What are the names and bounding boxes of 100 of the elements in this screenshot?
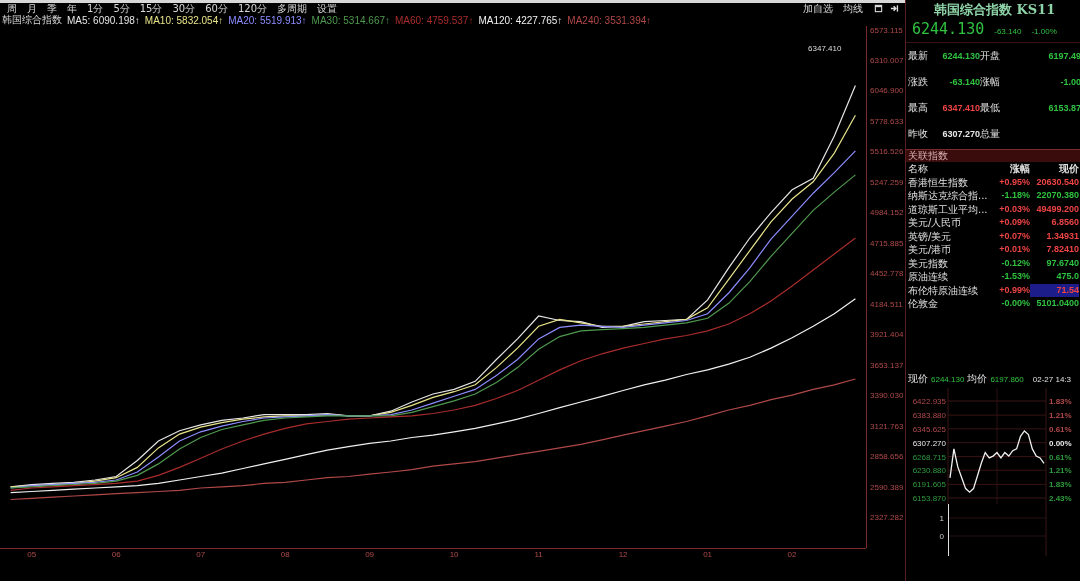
axis-label: 1.83% [1049, 480, 1072, 490]
period-tab[interactable]: 120分 [233, 3, 272, 14]
ma-legend-item: MA30: 5314.667↑ [311, 14, 390, 26]
axis-label: 5778.633 [870, 117, 904, 127]
period-tab[interactable]: 60分 [201, 3, 232, 14]
axis-label: 6310.007 [870, 56, 904, 66]
table-cell[interactable]: 纳斯达克综合指... [908, 189, 992, 203]
section-header: 关联指数 [906, 150, 1080, 162]
axis-label: 6422.935 [912, 397, 946, 406]
axis-label: 3921.404 [870, 330, 904, 340]
table-cell-text: -0.00% [1000, 297, 1030, 311]
axis-label: 4452.778 [870, 269, 904, 279]
table-cell[interactable]: 布伦特原油连续 [908, 283, 992, 297]
axis-label: 1.21% [1049, 411, 1072, 421]
quote-label: 开盘 [980, 49, 1001, 63]
table-cell-text: 6.8560 [1050, 216, 1079, 230]
table-cell[interactable]: 美元指数 [908, 256, 992, 270]
axis-label: 6268.715 [912, 452, 946, 462]
axis-label: 6230.880 [912, 466, 946, 476]
period-tab[interactable]: 季 [43, 3, 61, 14]
period-tab[interactable]: 年 [63, 3, 81, 14]
quote-label: 最低 [980, 101, 1001, 115]
period-tab[interactable]: 15分 [135, 3, 167, 14]
index-title: 韩国综合指数 KS11 [933, 1, 1057, 19]
table-cell[interactable]: 美元/人民币 [908, 216, 992, 230]
quote-value: 6153.87 [1047, 103, 1080, 113]
table-cell-text: 7.82410 [1045, 243, 1079, 257]
toolbar-button[interactable]: 加自选 [799, 3, 837, 14]
table-cell-text: +0.99% [998, 283, 1030, 297]
table-cell-text: 97.6740 [1045, 256, 1079, 270]
change-value: -63.140 [994, 27, 1022, 36]
axis-label: 06 [111, 550, 121, 559]
table-cell-text: -1.18% [1000, 189, 1030, 203]
axis-label: 4715.885 [870, 239, 904, 249]
index-name: 韩国综合指数 [2, 13, 62, 27]
quote-label: 涨幅 [980, 75, 1001, 89]
period-tab[interactable]: 5分 [109, 3, 134, 14]
table-cell[interactable]: 香港恒生指数 [908, 175, 992, 189]
axis-label: 6345.625 [912, 424, 946, 434]
axis-label: 1 [939, 514, 944, 523]
max-price-label: 6347.410 [808, 44, 842, 54]
table-cell-text: 1.34931 [1045, 229, 1079, 243]
axis-label: 1.83% [1049, 397, 1072, 406]
table-cell-text: +0.95% [998, 175, 1030, 189]
period-tab[interactable]: 多周期 [273, 3, 312, 14]
column-header: 现价 [1058, 162, 1079, 176]
axis-label: 2858.656 [870, 452, 904, 462]
axis-label: 6191.605 [912, 480, 946, 490]
window-icon[interactable] [874, 4, 883, 13]
period-tab[interactable]: 月 [23, 3, 41, 14]
price-value: 6244.130 [912, 20, 985, 38]
period-tab[interactable]: 30分 [168, 3, 200, 14]
axis-label: 0 [939, 532, 944, 541]
table-cell[interactable]: 原油连续 [908, 270, 992, 284]
axis-label: 3390.030 [870, 391, 904, 401]
axis-label: 5247.259 [870, 178, 904, 188]
average-value: 6197.860 [990, 374, 1024, 384]
axis-label: 08 [280, 550, 290, 559]
table-cell[interactable]: 道琼斯工业平均... [908, 202, 992, 216]
quote-label: 最新 [908, 49, 929, 63]
quote-value: 6307.270 [941, 129, 980, 139]
quote-label: 涨跌 [908, 75, 929, 89]
axis-label: 0.61% [1049, 424, 1072, 434]
quote-value: 6197.49 [1047, 51, 1080, 61]
exit-icon[interactable] [890, 4, 899, 13]
axis-label: 2.43% [1049, 494, 1072, 503]
axis-label: 0.00% [1049, 438, 1072, 448]
ma-legend-item: MA60: 4759.537↑ [395, 14, 474, 26]
period-tab[interactable]: 周 [3, 3, 21, 14]
price-label: 现价 [908, 372, 928, 386]
quote-value: -63.140 [948, 77, 980, 87]
ma-legend-item: MA120: 4227.765↑ [478, 14, 563, 26]
table-cell-text: 5101.0400 [1035, 297, 1079, 311]
table-cell[interactable]: 美元/港币 [908, 243, 992, 257]
table-cell-text: +0.03% [998, 202, 1030, 216]
axis-label: 0.61% [1049, 452, 1072, 462]
time-text: 02-27 14:3 [1032, 374, 1071, 384]
axis-label: 1.21% [1049, 466, 1072, 476]
quote-value: 6347.410 [941, 103, 980, 113]
axis-label: 2590.389 [870, 482, 904, 492]
axis-label: 6573.115 [870, 26, 903, 35]
axis-label: 01 [703, 550, 713, 559]
period-tab[interactable]: 1分 [83, 3, 108, 14]
table-cell[interactable]: 伦敦金 [908, 297, 992, 311]
axis-label: 11 [534, 550, 543, 559]
period-tab[interactable]: 设置 [313, 3, 342, 14]
axis-label: 6046.900 [870, 86, 904, 96]
ma-legend-item: MA5: 6090.198↑ [67, 14, 140, 26]
column-header: 涨幅 [1009, 162, 1030, 176]
ma-legend-item: MA20: 5519.913↑ [228, 14, 307, 26]
axis-label: 09 [365, 550, 375, 559]
axis-label: 10 [449, 550, 459, 559]
table-cell[interactable]: 英镑/美元 [908, 229, 992, 243]
axis-label: 2327.282 [870, 513, 904, 522]
axis-label: 6383.880 [912, 411, 946, 421]
table-cell-text: 20630.540 [1035, 175, 1079, 189]
axis-label: 4184.511 [870, 299, 903, 309]
axis-label: 07 [196, 550, 206, 559]
toolbar-button[interactable]: 均线 [839, 3, 867, 14]
table-cell-text: 49499.200 [1035, 202, 1079, 216]
